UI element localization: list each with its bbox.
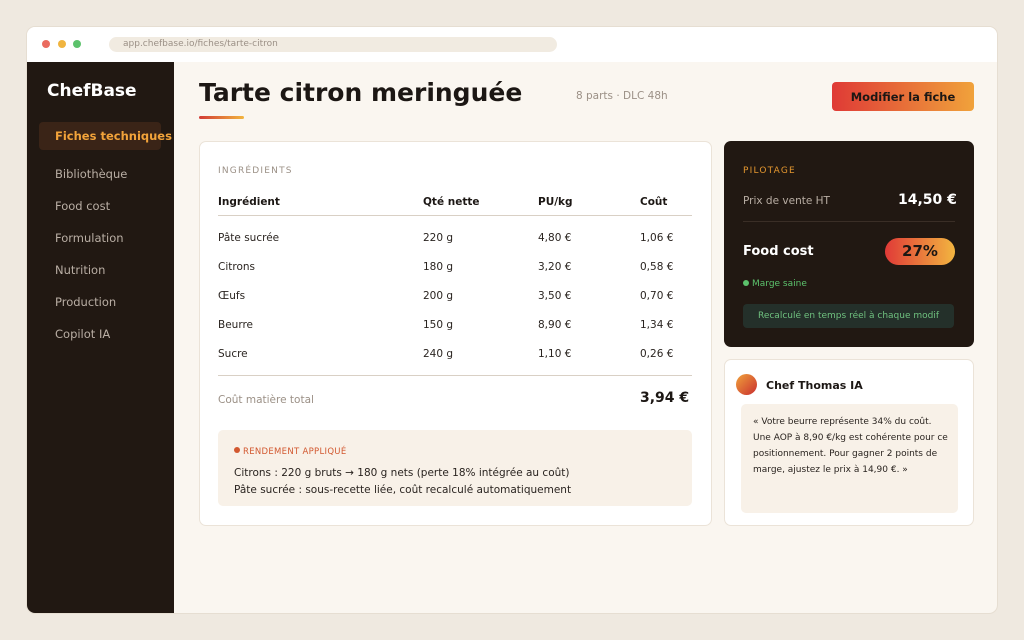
sidebar-item-nutrition[interactable]: Nutrition bbox=[39, 256, 161, 284]
ingredient-unit-price: 3,50 € bbox=[538, 290, 572, 302]
status-dot-icon bbox=[743, 280, 749, 286]
yield-line: Pâte sucrée : sous-recette liée, coût re… bbox=[234, 484, 572, 496]
yield-line: Citrons : 220 g bruts → 180 g nets (pert… bbox=[234, 467, 570, 479]
close-window-dot[interactable] bbox=[42, 40, 50, 48]
ingredient-unit-price: 8,90 € bbox=[538, 319, 572, 331]
yield-title: RENDEMENT APPLIQUÉ bbox=[234, 447, 347, 457]
ingredient-unit-price: 4,80 € bbox=[538, 232, 572, 244]
edit-recipe-button[interactable]: Modifier la fiche bbox=[832, 82, 974, 111]
title-underline bbox=[199, 116, 244, 119]
sidebar-item-bibliotheque[interactable]: Bibliothèque bbox=[39, 160, 161, 188]
sidebar-item-formulation[interactable]: Formulation bbox=[39, 224, 161, 252]
brand-logo: ChefBase bbox=[47, 81, 137, 101]
browser-titlebar: app.chefbase.io/fiches/tarte-citron bbox=[27, 27, 997, 62]
margin-status-text: Marge saine bbox=[752, 279, 807, 289]
sidebar-item-production[interactable]: Production bbox=[39, 288, 161, 316]
ingredient-cost: 1,34 € bbox=[640, 319, 674, 331]
ingredient-name: Pâte sucrée bbox=[218, 232, 280, 244]
url-bar[interactable]: app.chefbase.io/fiches/tarte-citron bbox=[109, 37, 557, 52]
margin-status: Marge saine bbox=[743, 279, 807, 289]
minimize-window-dot[interactable] bbox=[58, 40, 66, 48]
maximize-window-dot[interactable] bbox=[73, 40, 81, 48]
sidebar-item-food-cost[interactable]: Food cost bbox=[39, 192, 161, 220]
ingredient-unit-price: 1,10 € bbox=[538, 348, 572, 360]
ingredient-cost: 0,58 € bbox=[640, 261, 674, 273]
ingredient-qty: 150 g bbox=[423, 319, 454, 331]
header-divider bbox=[218, 215, 692, 216]
total-cost-label: Coût matière total bbox=[218, 394, 314, 406]
food-cost-badge: 27% bbox=[885, 238, 955, 265]
ingredient-unit-price: 3,20 € bbox=[538, 261, 572, 273]
assistant-message: « Votre beurre représente 34% du coût. U… bbox=[741, 404, 958, 513]
ingredient-cost: 0,26 € bbox=[640, 348, 674, 360]
ingredient-cost: 0,70 € bbox=[640, 290, 674, 302]
main-content: Tarte citron meringuée 8 parts · DLC 48h… bbox=[174, 62, 997, 613]
food-cost-label: Food cost bbox=[743, 244, 814, 259]
pilotage-card: PILOTAGE Prix de vente HT 14,50 € Food c… bbox=[724, 141, 974, 347]
assistant-name: Chef Thomas IA bbox=[766, 379, 863, 392]
sidebar: ChefBase Fiches techniques Bibliothèque … bbox=[27, 62, 174, 613]
ingredient-cost: 1,06 € bbox=[640, 232, 674, 244]
ingredients-section-label: INGRÉDIENTS bbox=[218, 166, 293, 176]
yield-dot-icon bbox=[234, 447, 240, 453]
total-divider bbox=[218, 375, 692, 376]
column-header-qty: Qté nette bbox=[423, 196, 480, 208]
app-window: app.chefbase.io/fiches/tarte-citron Chef… bbox=[26, 26, 998, 614]
sidebar-item-copilot-ia[interactable]: Copilot IA bbox=[39, 320, 161, 348]
ingredient-name: Beurre bbox=[218, 319, 253, 331]
column-header-ingredient: Ingrédient bbox=[218, 196, 280, 208]
yield-info-box: RENDEMENT APPLIQUÉ Citrons : 220 g bruts… bbox=[218, 430, 692, 506]
ingredient-qty: 220 g bbox=[423, 232, 454, 244]
column-header-unit-price: PU/kg bbox=[538, 196, 573, 208]
total-cost-value: 3,94 € bbox=[640, 390, 690, 406]
yield-title-text: RENDEMENT APPLIQUÉ bbox=[243, 447, 347, 457]
ingredient-qty: 240 g bbox=[423, 348, 454, 360]
pilotage-section-label: PILOTAGE bbox=[743, 166, 796, 176]
price-label: Prix de vente HT bbox=[743, 195, 830, 207]
avatar bbox=[736, 374, 757, 395]
ingredient-name: Œufs bbox=[218, 290, 246, 302]
assistant-card: Chef Thomas IA « Votre beurre représente… bbox=[724, 359, 974, 526]
pilotage-divider bbox=[743, 221, 955, 222]
ingredient-name: Citrons bbox=[218, 261, 256, 273]
price-value: 14,50 € bbox=[898, 192, 957, 208]
ingredient-name: Sucre bbox=[218, 348, 248, 360]
sidebar-item-fiches-techniques[interactable]: Fiches techniques bbox=[39, 122, 172, 150]
ingredient-qty: 200 g bbox=[423, 290, 454, 302]
column-header-cost: Coût bbox=[640, 196, 668, 208]
ingredients-card: INGRÉDIENTS Ingrédient Qté nette PU/kg C… bbox=[199, 141, 712, 526]
recalc-note: Recalculé en temps réel à chaque modif bbox=[743, 304, 954, 328]
recipe-meta: 8 parts · DLC 48h bbox=[576, 90, 668, 102]
ingredient-qty: 180 g bbox=[423, 261, 454, 273]
page-title: Tarte citron meringuée bbox=[199, 78, 523, 107]
